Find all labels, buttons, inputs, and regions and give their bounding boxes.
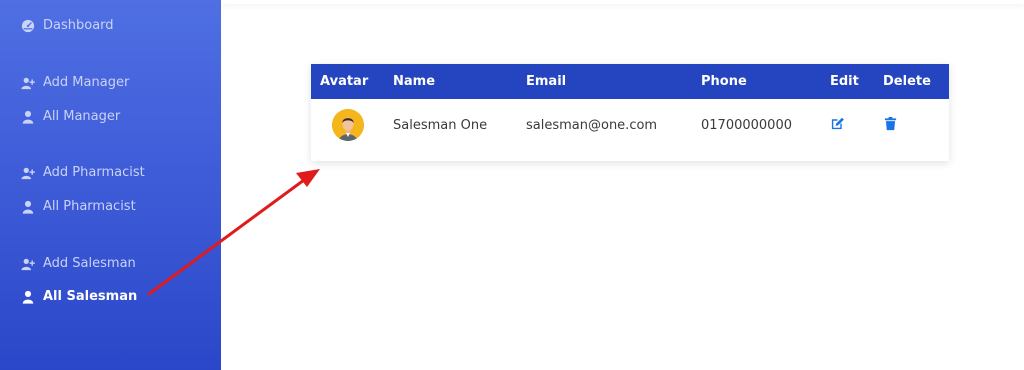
dashboard-icon	[21, 19, 35, 33]
edit-icon[interactable]	[830, 116, 845, 131]
sidebar-item-label: Add Salesman	[43, 256, 136, 271]
user-plus-icon	[21, 257, 35, 271]
sidebar-item-label: Add Pharmacist	[43, 165, 145, 180]
sidebar-item-dashboard[interactable]: Dashboard	[21, 18, 114, 33]
sidebar-item-add-manager[interactable]: Add Manager	[21, 75, 129, 90]
user-plus-icon	[21, 166, 35, 180]
sidebar: Dashboard Add Manager All Manager Add Ph…	[0, 0, 221, 370]
sidebar-item-label: Add Manager	[43, 75, 130, 90]
sidebar-item-all-salesman[interactable]: All Salesman	[21, 289, 137, 304]
sidebar-item-add-pharmacist[interactable]: Add Pharmacist	[21, 165, 145, 180]
edit-cell	[821, 99, 874, 151]
avatar-cell	[311, 99, 384, 151]
salesman-name: Salesman One	[393, 117, 488, 133]
column-header-avatar: Avatar	[320, 74, 369, 89]
salesman-table: Avatar Name Email Phone Edit Delete Sale…	[311, 64, 949, 151]
top-bar	[221, 0, 1024, 4]
column-header-edit: Edit	[830, 74, 859, 89]
sidebar-item-label: All Salesman	[43, 289, 138, 304]
salesman-email: salesman@one.com	[526, 117, 658, 133]
trash-icon[interactable]	[883, 116, 898, 131]
column-header-phone: Phone	[701, 74, 747, 89]
user-icon	[21, 290, 35, 304]
column-header-name: Name	[393, 74, 436, 89]
delete-cell	[874, 99, 949, 151]
sidebar-item-label: All Pharmacist	[43, 199, 136, 214]
sidebar-item-add-salesman[interactable]: Add Salesman	[21, 256, 136, 271]
user-icon	[21, 200, 35, 214]
table-header-row: Avatar Name Email Phone Edit Delete	[311, 64, 949, 99]
sidebar-item-label: Dashboard	[43, 18, 114, 33]
sidebar-item-all-manager[interactable]: All Manager	[21, 109, 120, 124]
sidebar-item-label: All Manager	[43, 109, 121, 124]
salesman-phone: 01700000000	[701, 117, 792, 133]
user-plus-icon	[21, 76, 35, 90]
user-icon	[21, 110, 35, 124]
avatar	[332, 109, 364, 141]
column-header-email: Email	[526, 74, 567, 89]
table-row: Salesman One salesman@one.com 0170000000…	[311, 99, 949, 151]
salesman-table-card: Avatar Name Email Phone Edit Delete Sale…	[311, 64, 949, 161]
sidebar-item-all-pharmacist[interactable]: All Pharmacist	[21, 199, 136, 214]
column-header-delete: Delete	[883, 74, 931, 89]
